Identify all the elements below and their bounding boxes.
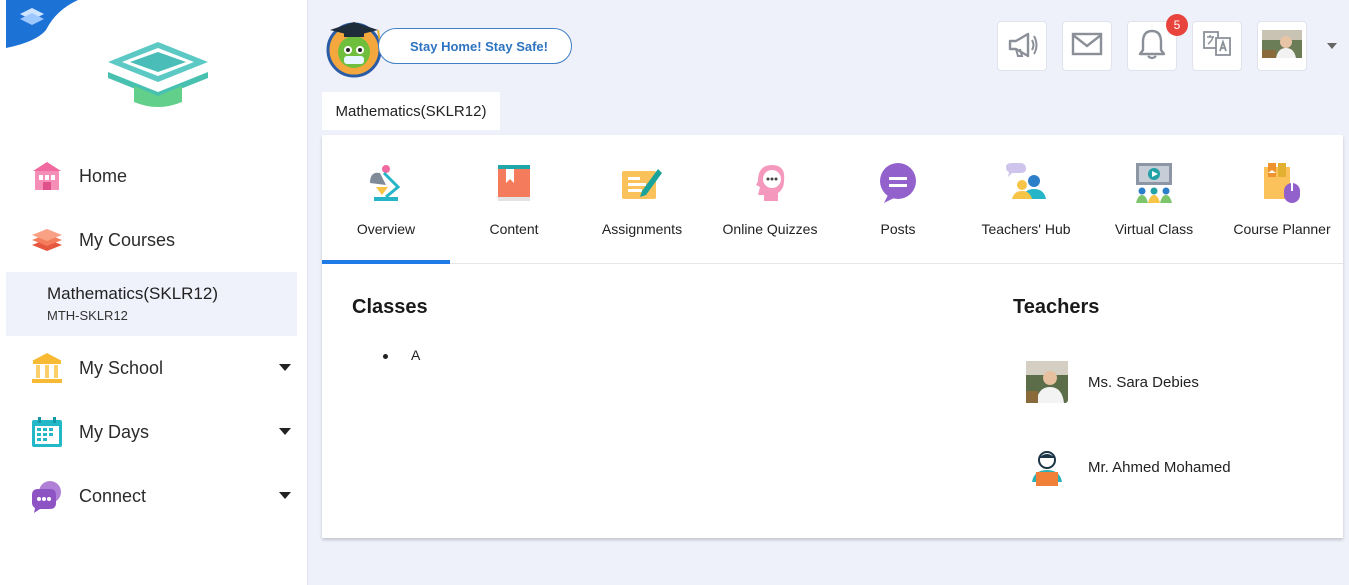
calendar-icon [30, 415, 64, 449]
classes-heading: Classes [352, 296, 428, 318]
tab-posts[interactable]: Posts [834, 135, 962, 264]
sidebar-course-item[interactable]: Mathematics(SKLR12) MTH-SKLR12 [6, 272, 297, 336]
teacher-name: Mr. Ahmed Mohamed [1088, 458, 1231, 476]
sidebar-item-my-days[interactable]: My Days [6, 402, 297, 462]
translate-icon [1201, 28, 1233, 65]
sidebar-item-label: Home [79, 165, 128, 186]
tab-label: Course Planner [1233, 221, 1331, 237]
chat-icon [30, 479, 64, 513]
course-tabs: Overview Content Assignments Online Quiz… [322, 135, 1343, 264]
corner-logo-icon[interactable] [6, 0, 78, 48]
tab-label: Virtual Class [1114, 221, 1194, 237]
tab-content[interactable]: Content [450, 135, 578, 264]
mail-icon [1071, 32, 1103, 61]
stay-home-banner[interactable]: Stay Home! Stay Safe! [378, 28, 572, 64]
teacher-name: Ms. Sara Debies [1088, 373, 1199, 391]
home-icon [30, 159, 64, 193]
profile-avatar [1262, 29, 1302, 63]
bell-icon [1138, 28, 1166, 65]
course-breadcrumb-tab[interactable]: Mathematics(SKLR12) [322, 92, 500, 130]
tab-label: Assignments [601, 221, 683, 237]
tab-label: Posts [880, 221, 916, 237]
language-button[interactable] [1192, 21, 1242, 71]
sidebar-item-label: My School [79, 357, 164, 378]
sidebar-item-my-courses[interactable]: My Courses [6, 210, 297, 270]
chevron-down-icon[interactable] [279, 492, 291, 499]
teacher-photo-avatar [1026, 361, 1068, 403]
book-icon [498, 165, 530, 201]
megaphone-icon [1005, 27, 1039, 66]
course-code: MTH-SKLR12 [47, 308, 128, 323]
post-bubble-icon [880, 163, 916, 203]
tab-online-quizzes[interactable]: Online Quizzes [706, 135, 834, 264]
profile-button[interactable] [1257, 21, 1307, 71]
course-card: Overview Content Assignments Online Quiz… [322, 135, 1343, 538]
tab-label: Online Quizzes [722, 221, 818, 237]
books-icon [30, 223, 64, 257]
teacher-item[interactable]: Ms. Sara Debies [1026, 360, 1326, 404]
sidebar-item-label: My Days [79, 421, 150, 442]
sidebar-item-my-school[interactable]: My School [6, 338, 297, 398]
app-logo [108, 42, 208, 107]
course-title: Mathematics(SKLR12) [47, 284, 219, 303]
tab-label: Teachers' Hub [981, 221, 1071, 237]
notification-count-badge: 5 [1166, 14, 1188, 36]
school-icon [30, 351, 64, 385]
tab-assignments[interactable]: Assignments [578, 135, 706, 264]
assignment-icon [622, 169, 662, 199]
chevron-down-icon[interactable] [1327, 43, 1337, 49]
lamp-icon [370, 165, 401, 201]
sidebar-item-label: Connect [79, 485, 147, 506]
chevron-down-icon[interactable] [279, 364, 291, 371]
sidebar-item-label: My Courses [79, 229, 176, 250]
teacher-item[interactable]: Mr. Ahmed Mohamed [1026, 445, 1326, 489]
tab-teachers-hub[interactable]: Teachers' Hub [962, 135, 1090, 264]
virtual-class-icon [1136, 163, 1172, 203]
course-planner-icon [1264, 163, 1300, 203]
class-list-item[interactable]: A [411, 347, 420, 363]
tab-label: Overview [356, 221, 416, 237]
sidebar-item-home[interactable]: Home [6, 146, 297, 206]
quiz-head-icon [756, 165, 785, 201]
chevron-down-icon[interactable] [279, 428, 291, 435]
sidebar: Home My Courses Mathematics(SKLR12) MTH-… [0, 0, 308, 585]
tab-label: Content [489, 221, 539, 237]
bullet-icon [383, 354, 388, 359]
tab-virtual-class[interactable]: Virtual Class [1090, 135, 1218, 264]
teachers-group-icon [1006, 163, 1046, 199]
teacher-default-avatar [1032, 451, 1062, 486]
teachers-heading: Teachers [1013, 296, 1100, 318]
tab-course-planner[interactable]: Course Planner [1218, 135, 1346, 264]
tab-overview[interactable]: Overview [322, 135, 450, 264]
announcements-button[interactable] [997, 21, 1047, 71]
messages-button[interactable] [1062, 21, 1112, 71]
sidebar-item-connect[interactable]: Connect [6, 466, 297, 526]
